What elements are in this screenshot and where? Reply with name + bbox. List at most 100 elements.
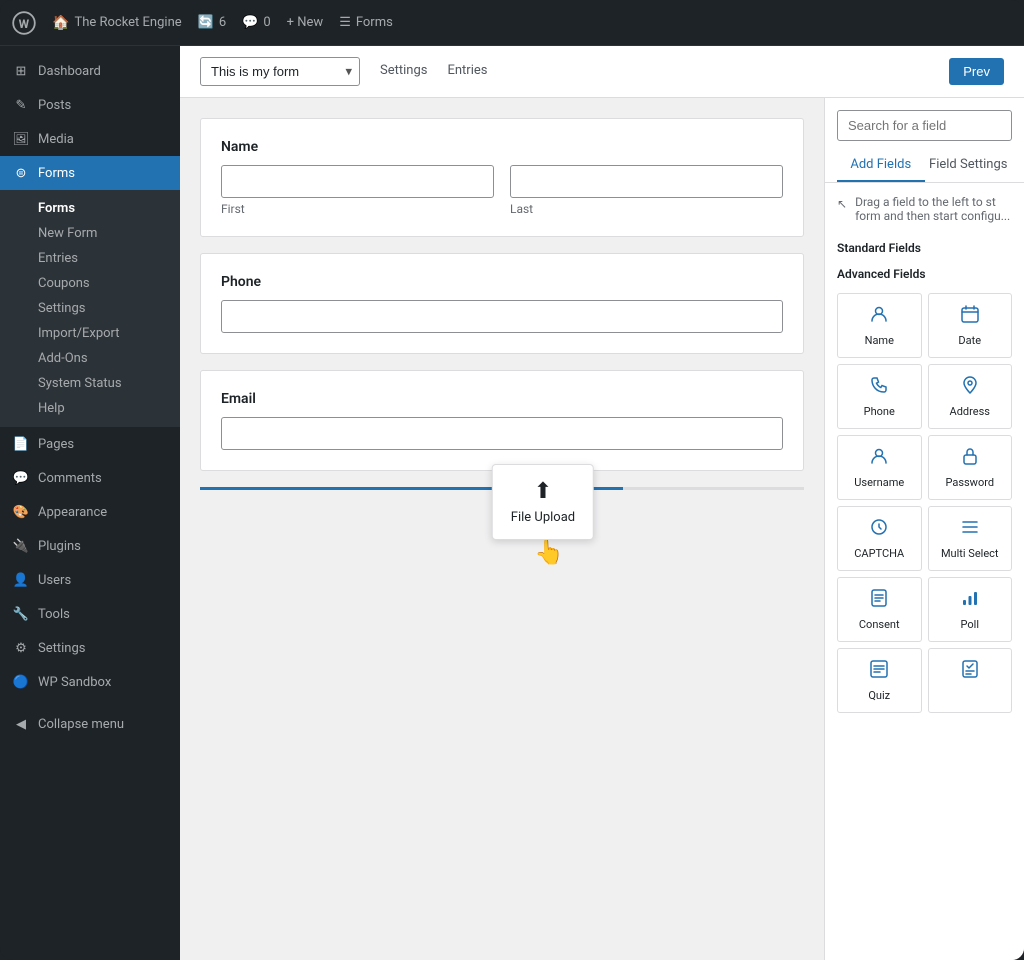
panel-info-text: ↖ Drag a field to the left to st form an… [825,183,1024,235]
file-upload-icon: ⬆ [534,479,552,504]
plugins-icon: 🔌 [12,537,30,555]
sidebar-item-settings[interactable]: ⚙ Settings [0,631,180,665]
email-input[interactable] [221,417,783,450]
username-field-icon [869,446,889,471]
sidebar-item-plugins[interactable]: 🔌 Plugins [0,529,180,563]
field-card-phone[interactable]: Phone [837,364,922,429]
first-name-input[interactable] [221,165,494,198]
field-card-captcha[interactable]: CAPTCHA [837,506,922,571]
standard-fields-label: Standard Fields [825,235,1024,261]
tab-add-fields[interactable]: Add Fields [837,149,925,182]
field-card-consent[interactable]: Consent [837,577,922,642]
date-field-icon [960,304,980,329]
last-name-input[interactable] [510,165,783,198]
submenu-entries[interactable]: Entries [0,246,180,271]
collapse-icon: ◀ [12,715,30,733]
site-name[interactable]: 🏠 The Rocket Engine [52,15,182,31]
admin-bar: W 🏠 The Rocket Engine 🔄 6 💬 0 + New ☰ Fo… [0,0,1024,46]
phone-field-icon [869,375,889,400]
phone-input[interactable] [221,300,783,333]
sidebar: ⊞ Dashboard ✎ Posts 🖼 Media ⊜ Forms Form… [0,46,180,960]
sidebar-item-posts[interactable]: ✎ Posts [0,88,180,122]
comments-item[interactable]: 💬 0 [242,15,271,30]
tab-field-settings[interactable]: Field Settings [925,149,1013,182]
submenu-new-form[interactable]: New Form [0,221,180,246]
fields-grid: Name Date Phone [825,287,1024,719]
form-selector[interactable]: This is my form ▾ [200,57,360,86]
address-field-icon [960,375,980,400]
file-upload-label: File Upload [511,510,575,525]
sidebar-item-tools[interactable]: 🔧 Tools [0,597,180,631]
phone-field-group: Phone [200,253,804,354]
sidebar-item-wp-sandbox[interactable]: 🔵 WP Sandbox [0,665,180,699]
field-search-input[interactable] [837,110,1012,141]
field-card-password[interactable]: Password [928,435,1013,500]
media-icon: 🖼 [12,130,30,148]
updates-icon: 🔄 [198,15,214,30]
field-card-survey[interactable] [928,648,1013,713]
tools-icon: 🔧 [12,605,30,623]
multi-select-field-icon [960,517,980,542]
comments-sidebar-icon: 💬 [12,469,30,487]
field-card-poll[interactable]: Poll [928,577,1013,642]
sidebar-item-pages[interactable]: 📄 Pages [0,427,180,461]
sidebar-item-forms[interactable]: ⊜ Forms [0,156,180,190]
file-upload-tooltip[interactable]: ⬆ File Upload [492,464,594,540]
settings-icon: ⚙ [12,639,30,657]
survey-field-icon [960,659,980,684]
right-panel: Add Fields Field Settings ↖ Drag a field… [824,98,1024,960]
preview-button[interactable]: Prev [949,58,1004,85]
tab-settings[interactable]: Settings [380,59,427,84]
advanced-fields-label: Advanced Fields [825,261,1024,287]
svg-text:W: W [19,16,30,30]
sidebar-item-users[interactable]: 👤 Users [0,563,180,597]
quiz-field-icon [869,659,889,684]
submenu-help[interactable]: Help [0,396,180,421]
phone-field-label: Phone [221,274,783,290]
field-card-address[interactable]: Address [928,364,1013,429]
wp-logo-item[interactable]: W [12,11,36,35]
field-card-quiz[interactable]: Quiz [837,648,922,713]
new-item[interactable]: + New [287,15,324,30]
posts-icon: ✎ [12,96,30,114]
submenu-settings[interactable]: Settings [0,296,180,321]
sidebar-collapse[interactable]: ◀ Collapse menu [0,707,180,741]
comments-icon: 💬 [242,15,258,30]
sidebar-item-appearance[interactable]: 🎨 Appearance [0,495,180,529]
submenu-add-ons[interactable]: Add-Ons [0,346,180,371]
sidebar-item-media[interactable]: 🖼 Media [0,122,180,156]
form-canvas: Name First Last [180,98,824,960]
name-field-label: Name [221,139,783,155]
content-area: This is my form ▾ Settings Entries Prev … [180,46,1024,960]
appearance-icon: 🎨 [12,503,30,521]
pages-icon: 📄 [12,435,30,453]
tab-entries[interactable]: Entries [447,59,487,84]
drag-cursor-icon: ↖ [837,197,847,211]
updates-item[interactable]: 🔄 6 [198,15,227,30]
captcha-field-icon [869,517,889,542]
password-field-icon [960,446,980,471]
field-card-username[interactable]: Username [837,435,922,500]
submenu-system-status[interactable]: System Status [0,371,180,396]
panel-tabs: Add Fields Field Settings [825,149,1024,183]
last-name-sublabel: Last [510,202,783,216]
forms-icon: ⊜ [12,164,30,182]
field-card-multi-select[interactable]: Multi Select [928,506,1013,571]
sidebar-item-comments[interactable]: 💬 Comments [0,461,180,495]
consent-field-icon [869,588,889,613]
name-field-icon [869,304,889,329]
sidebar-item-dashboard[interactable]: ⊞ Dashboard [0,54,180,88]
name-field-group: Name First Last [200,118,804,237]
users-icon: 👤 [12,571,30,589]
wp-sandbox-icon: 🔵 [12,673,30,691]
field-card-name[interactable]: Name [837,293,922,358]
submenu-import-export[interactable]: Import/Export [0,321,180,346]
form-select-dropdown[interactable]: This is my form [200,57,360,86]
form-header: This is my form ▾ Settings Entries Prev [180,46,1024,98]
poll-field-icon [960,588,980,613]
submenu-coupons[interactable]: Coupons [0,271,180,296]
first-name-sublabel: First [221,202,494,216]
submenu-forms[interactable]: Forms [0,196,180,221]
forms-top-item[interactable]: ☰ Forms [339,15,393,30]
field-card-date[interactable]: Date [928,293,1013,358]
